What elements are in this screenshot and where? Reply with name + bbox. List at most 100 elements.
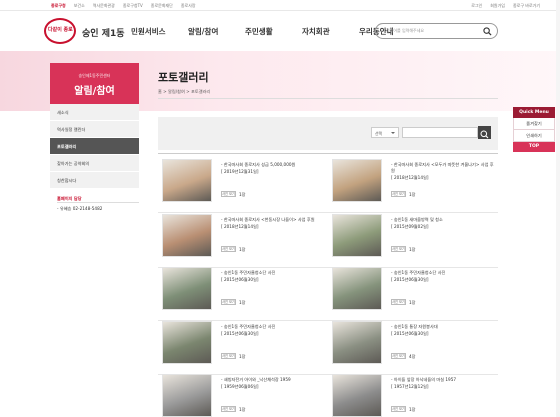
photo-count: 1장 xyxy=(409,247,416,252)
gallery-card[interactable]: - 숭인1동 주민자율청소단 사진[ 2015년06월30일] 사진 보기 1장 xyxy=(158,317,328,375)
view-photo-badge[interactable]: 사진 보기 xyxy=(221,406,236,412)
side-nav-item[interactable]: 찾아가는 공약회의 xyxy=(50,155,139,172)
gallery-title[interactable]: - 쇄빙자전거 아이와 _낙산채석장 1959 xyxy=(221,377,326,383)
gallery-thumbnail[interactable] xyxy=(332,267,382,310)
dong-name[interactable]: 숭인 제1동 xyxy=(82,26,125,39)
gallery-card[interactable]: - 숭인1동 주민자율청소단 사진[ 2015년06월30일] 사진 보기 1장 xyxy=(158,263,328,321)
nav-life[interactable]: 주민생활 xyxy=(245,26,302,37)
nav-notice[interactable]: 알림/참여 xyxy=(188,26,245,37)
photo-count: 4장 xyxy=(409,354,416,359)
view-photo-badge[interactable]: 사진 보기 xyxy=(391,406,406,412)
side-nav-item[interactable]: 새소식 xyxy=(50,104,139,121)
view-photo-badge[interactable]: 사진 보기 xyxy=(391,353,406,359)
lnb-title: 알림/참여 xyxy=(74,86,115,97)
gallery-card[interactable]: - 숭인1동 통장 자원봉사대[ 2015년06월30일] 사진 보기 4장 xyxy=(328,317,498,375)
nav-civil[interactable]: 민원서비스 xyxy=(131,26,188,37)
logo[interactable]: 다같이 종로 xyxy=(44,18,76,44)
photo-count: 1장 xyxy=(409,300,416,305)
gallery-card[interactable]: - 쇄빙자전거 아이와 _낙산채석장 1959[ 1959년06월06일] 사진 … xyxy=(158,370,328,417)
quick-menu-title: Quick Menu xyxy=(513,107,555,118)
photo-image xyxy=(163,160,211,201)
filter-bar: 선택 xyxy=(158,117,498,150)
view-photo-badge[interactable]: 사진 보기 xyxy=(391,299,406,305)
side-nav-item-active[interactable]: 포토갤러리 xyxy=(50,138,139,155)
gallery-title[interactable]: - 숭인1동 주민자율청소단 사진 xyxy=(221,270,326,276)
gallery-date: [ 2015년06월30일] xyxy=(391,331,429,336)
gallery-thumbnail[interactable] xyxy=(332,374,382,417)
gallery-thumbnail[interactable] xyxy=(162,267,212,310)
gallery-card[interactable]: - 한국마사회 종로지사 성금 5,000,000원[ 2019년12월31일]… xyxy=(158,155,328,213)
print-button[interactable]: 인쇄하기 xyxy=(513,130,555,142)
photo-count: 1장 xyxy=(409,192,416,197)
util-link[interactable]: 종로문화재단 xyxy=(151,3,173,9)
divider xyxy=(158,98,498,99)
nav-hall[interactable]: 자치회관 xyxy=(302,26,359,37)
photo-count: 1장 xyxy=(409,407,416,412)
view-photo-badge[interactable]: 사진 보기 xyxy=(391,246,406,252)
gallery-title[interactable]: - 숭인1동 주민자율청소단 사진 xyxy=(391,270,496,276)
util-link[interactable]: 보건소 xyxy=(74,3,85,9)
util-link[interactable]: 역사문화관광 xyxy=(93,3,115,9)
gallery-date: [ 2015년06월30일] xyxy=(221,277,259,282)
gallery-card[interactable]: - 한국마사회 종로지사 <모두가 따뜻한 겨울나기> 사업 후원[ 2018년… xyxy=(328,155,498,213)
gallery-thumbnail[interactable] xyxy=(332,214,382,257)
gallery-thumbnail[interactable] xyxy=(162,374,212,417)
side-nav-item[interactable]: 역사일정 캘린더 xyxy=(50,121,139,138)
gallery-title[interactable]: - 한국마사회 종로지사 <천동시장 나들이> 사업 후원 xyxy=(221,217,326,223)
view-photo-badge[interactable]: 사진 보기 xyxy=(391,191,406,197)
scrollbar[interactable] xyxy=(556,0,560,417)
photo-count: 1장 xyxy=(239,247,246,252)
search-input[interactable]: 검색어를 입력해주세요 xyxy=(375,23,498,39)
gallery-title[interactable]: - 숭인1동 주민자율청소단 사진 xyxy=(221,324,326,330)
photo-image xyxy=(163,375,211,416)
photo-image xyxy=(333,322,381,363)
filter-select-value: 선택 xyxy=(375,131,382,136)
gallery-title[interactable]: - 숭인1동 통장 자원봉사대 xyxy=(391,324,496,330)
view-photo-badge[interactable]: 사진 보기 xyxy=(221,299,236,305)
util-link[interactable]: 종로구청TV xyxy=(123,3,143,9)
gallery-title[interactable]: - 한국마사회 종로지사 성금 5,000,000원 xyxy=(221,162,326,168)
gallery-card[interactable]: - 아이들 앞장 아낙네들의 마실 1957[ 1957년12월12일] 사진 보… xyxy=(328,370,498,417)
gallery-thumbnail[interactable] xyxy=(162,159,212,202)
photo-image xyxy=(163,322,211,363)
view-photo-badge[interactable]: 사진 보기 xyxy=(221,191,236,197)
gallery-title[interactable]: - 아이들 앞장 아낙네들의 마실 1957 xyxy=(391,377,496,383)
jongno-link[interactable]: 종로구 바로가기 xyxy=(513,3,540,9)
gallery-thumbnail[interactable] xyxy=(162,214,212,257)
main-nav: 민원서비스 알림/참여 주민생활 자치회관 우리동안내 xyxy=(131,26,416,37)
top-button[interactable]: TOP xyxy=(513,142,555,152)
utility-bar: 종로구청 보건소 역사문화관광 종로구청TV 종로문화재단 종로사랑 로그인 회… xyxy=(0,0,560,11)
header: 다같이 종로 숭인 제1동 민원서비스 알림/참여 주민생활 자치회관 우리동안… xyxy=(0,11,560,51)
gallery-date: [ 2018년12월14일] xyxy=(221,224,259,229)
gallery-thumbnail[interactable] xyxy=(332,159,382,202)
side-nav: 새소식 역사일정 캘린더 포토갤러리 찾아가는 공약회의 칭찬합시다 xyxy=(50,104,139,189)
side-nav-item[interactable]: 칭찬합시다 xyxy=(50,172,139,189)
lnb-header: 숭인제1동주민센터 알림/참여 xyxy=(50,63,139,104)
view-photo-badge[interactable]: 사진 보기 xyxy=(221,353,236,359)
gallery-title[interactable]: - 숭인1동 새마을방역 및 청소 xyxy=(391,217,496,223)
signup-link[interactable]: 회원가입 xyxy=(490,3,505,9)
breadcrumb: 홈 > 알림/참여 > 포토갤러리 xyxy=(158,89,211,94)
photo-image xyxy=(333,215,381,256)
keyword-input[interactable] xyxy=(402,127,478,138)
login-link[interactable]: 로그인 xyxy=(471,3,482,9)
page-title: 포토갤러리 xyxy=(158,71,209,84)
home-link[interactable]: 종로구청 xyxy=(51,3,66,9)
photo-image xyxy=(333,268,381,309)
search-placeholder: 검색어를 입력해주세요 xyxy=(386,28,425,33)
bookmark-button[interactable]: 즐겨찾기 xyxy=(513,118,555,130)
util-link[interactable]: 종로사랑 xyxy=(181,3,196,9)
page-owner-phone: - 유혜승 02-2148-5482 xyxy=(57,206,103,211)
search-icon[interactable] xyxy=(483,27,492,36)
gallery-card[interactable]: - 숭인1동 새마을방역 및 청소[ 2015년09월02일] 사진 보기 1장 xyxy=(328,210,498,268)
gallery-date: [ 1959년06월06일] xyxy=(221,384,259,389)
gallery-thumbnail[interactable] xyxy=(162,321,212,364)
view-photo-badge[interactable]: 사진 보기 xyxy=(221,246,236,252)
gallery-thumbnail[interactable] xyxy=(332,321,382,364)
filter-select[interactable]: 선택 xyxy=(371,127,399,138)
gallery-card[interactable]: - 숭인1동 주민자율청소단 사진[ 2015년06월30일] 사진 보기 1장 xyxy=(328,263,498,321)
gallery-title[interactable]: - 한국마사회 종로지사 <모두가 따뜻한 겨울나기> 사업 후원 xyxy=(391,162,496,174)
search-button[interactable] xyxy=(478,126,491,139)
gallery-card[interactable]: - 한국마사회 종로지사 <천동시장 나들이> 사업 후원[ 2018년12월1… xyxy=(158,210,328,268)
search-icon xyxy=(480,130,489,139)
